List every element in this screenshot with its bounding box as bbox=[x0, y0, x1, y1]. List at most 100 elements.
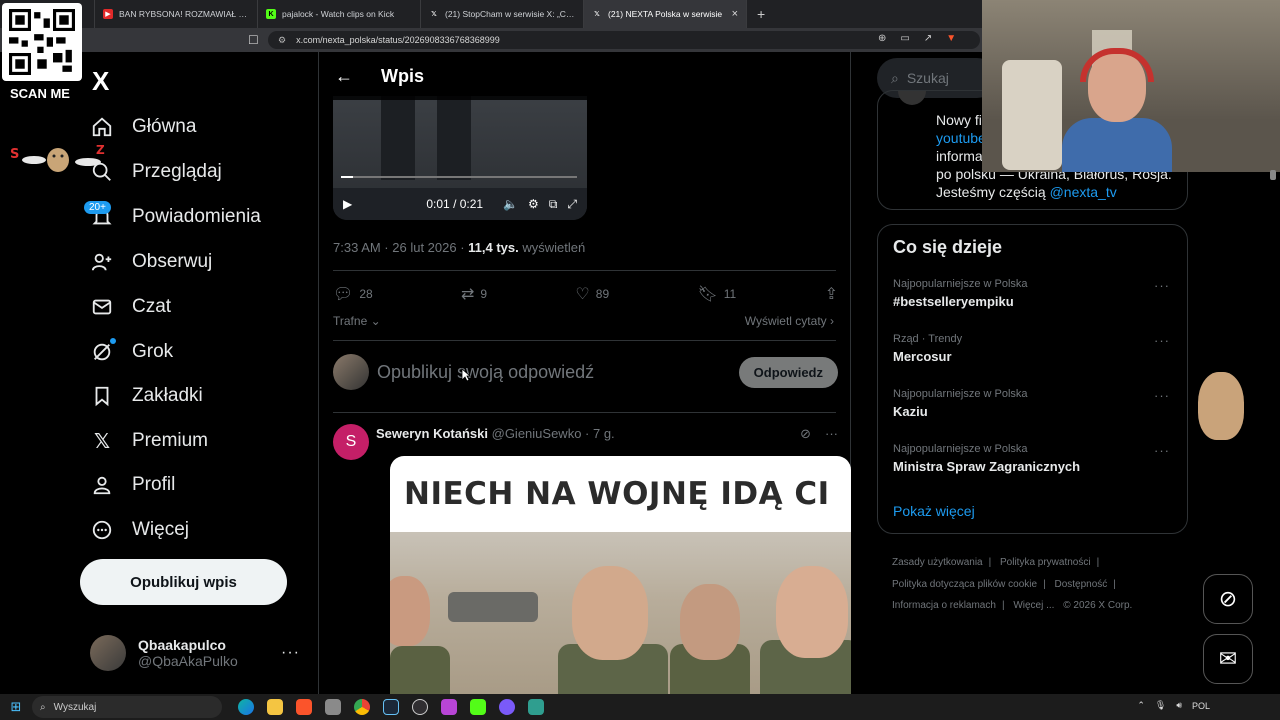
nav-item-profile[interactable]: Profil bbox=[90, 473, 175, 497]
nav-item-explore[interactable]: Przeglądaj bbox=[90, 160, 222, 184]
reply-author-handle[interactable]: @GieniuSewko bbox=[492, 426, 582, 441]
fullscreen-icon[interactable]: ⤢ bbox=[567, 197, 577, 212]
app-icon[interactable] bbox=[325, 699, 341, 715]
view-quotes-link[interactable]: Wyświetl cytaty › bbox=[745, 314, 834, 328]
bookmark-action[interactable]: 🔖︎ 11 bbox=[697, 284, 736, 304]
scrollbar-thumb[interactable] bbox=[1270, 170, 1276, 180]
reply-header: Seweryn Kotański @GieniuSewko · 7 g. bbox=[376, 426, 615, 441]
search-icon: ⌕ bbox=[891, 69, 899, 86]
footer-link[interactable]: Informacja o reklamach bbox=[892, 600, 996, 611]
avatar[interactable]: S bbox=[333, 424, 369, 460]
taskbar-search[interactable]: ⌕ Wyszukaj bbox=[32, 696, 222, 718]
more-icon[interactable]: ··· bbox=[1154, 443, 1170, 458]
account-handle: @QbaAkaPulko bbox=[138, 653, 238, 669]
share-icon[interactable]: ↗ bbox=[924, 33, 932, 44]
browser-tab-active[interactable]: 𝕏 (21) NEXTA Polska w serwisie × bbox=[584, 0, 747, 28]
reply-action[interactable]: 💬︎ 28 bbox=[333, 284, 373, 304]
reply-input[interactable]: Opublikuj swoją odpowiedź bbox=[377, 362, 594, 383]
close-tab-icon[interactable]: × bbox=[732, 8, 738, 20]
youtube-icon: ▶ bbox=[103, 9, 113, 19]
nav-item-follow[interactable]: Obserwuj bbox=[90, 250, 212, 274]
account-more-icon[interactable]: ··· bbox=[281, 644, 300, 662]
grok-icon[interactable]: ⊘ bbox=[800, 426, 811, 442]
brave-icon[interactable] bbox=[296, 699, 312, 715]
video-progress-bar[interactable] bbox=[341, 176, 577, 178]
bio-link[interactable]: @nexta_tv bbox=[1050, 184, 1117, 200]
footer-link[interactable]: Więcej ... bbox=[1013, 600, 1054, 611]
url-field[interactable]: ⚙ x.com/nexta_polska/status/202690833676… bbox=[268, 31, 980, 49]
nav-item-home[interactable]: Główna bbox=[90, 115, 196, 139]
more-icon[interactable]: ··· bbox=[1154, 388, 1170, 403]
app-icon[interactable] bbox=[528, 699, 544, 715]
share-action[interactable]: ⇪ bbox=[825, 284, 838, 304]
volume-icon[interactable]: 🔊︎ bbox=[1176, 700, 1182, 711]
notification-badge: 20+ bbox=[84, 201, 111, 214]
trend-item[interactable]: Najpopularniejsze w Polska Kaziu ··· bbox=[893, 388, 1178, 419]
like-action[interactable]: ♡ 89 bbox=[575, 284, 609, 304]
zoom-icon[interactable]: ⊕ bbox=[878, 33, 886, 44]
trend-item[interactable]: Najpopularniejsze w Polska Ministra Spra… bbox=[893, 443, 1178, 474]
browser-tab[interactable]: 𝕏 (21) StopCham w serwisie X: „Czaroda bbox=[421, 0, 584, 28]
trend-item[interactable]: Rząd · Trendy Mercosur ··· bbox=[893, 333, 1178, 364]
new-tab-button[interactable]: + bbox=[747, 6, 775, 22]
cast-icon[interactable]: ▭ bbox=[900, 33, 909, 44]
site-info-icon[interactable]: ⚙ bbox=[278, 35, 286, 46]
nav-item-grok[interactable]: Grok bbox=[90, 340, 173, 364]
sort-dropdown[interactable]: Trafne ⌄ bbox=[333, 314, 381, 328]
nav-item-premium[interactable]: 𝕏 Premium bbox=[90, 429, 208, 453]
nav-item-more[interactable]: Więcej bbox=[90, 518, 189, 542]
settings-icon[interactable]: ⚙ bbox=[528, 197, 539, 211]
account-switcher[interactable]: Qbaakapulco @QbaAkaPulko ··· bbox=[90, 635, 300, 671]
grok-float-button[interactable]: ⊘ bbox=[1203, 574, 1253, 624]
footer-sep: | bbox=[1096, 557, 1100, 568]
show-more-link[interactable]: Pokaż więcej bbox=[893, 503, 975, 519]
x-logo-icon: 𝕏 bbox=[431, 11, 437, 18]
app-icon[interactable] bbox=[441, 699, 457, 715]
reply-author-name[interactable]: Seweryn Kotański bbox=[376, 426, 488, 441]
language-indicator[interactable]: POL bbox=[1192, 701, 1210, 711]
trend-name: Kaziu bbox=[893, 404, 928, 419]
browser-tab[interactable]: K pajalock - Watch clips on Kick bbox=[258, 0, 421, 28]
obs-icon[interactable] bbox=[412, 699, 428, 715]
video-time: 0:01 / 0:21 bbox=[426, 197, 484, 211]
nav-item-bookmarks[interactable]: Zakładki bbox=[90, 384, 203, 408]
publish-post-button[interactable]: Opublikuj wpis bbox=[80, 559, 287, 605]
volume-icon[interactable]: 🔈 bbox=[503, 197, 518, 211]
trend-item[interactable]: Najpopularniejsze w Polska #bestsellerye… bbox=[893, 278, 1178, 309]
browser-tab[interactable]: ▶ BAN RYBSONA! ROZMAWIAŁ Z D**E bbox=[95, 0, 258, 28]
chevron-up-icon[interactable]: ⌃ bbox=[1137, 700, 1145, 711]
reply-composer: Opublikuj swoją odpowiedź Odpowiedz bbox=[333, 354, 838, 390]
more-icon[interactable]: ··· bbox=[825, 426, 838, 442]
nav-item-notifications[interactable]: Powiadomienia bbox=[90, 205, 261, 229]
brave-shield-icon[interactable]: ▼ bbox=[946, 33, 956, 44]
app-icon[interactable] bbox=[499, 699, 515, 715]
back-arrow-icon[interactable]: ← bbox=[335, 66, 353, 87]
windows-start-icon[interactable]: ⊞ bbox=[0, 699, 32, 715]
more-icon[interactable]: ··· bbox=[1154, 278, 1170, 293]
footer-link[interactable]: Zasady użytkowania bbox=[892, 557, 983, 568]
grok-icon: ⊘ bbox=[1218, 586, 1238, 611]
microphone-icon[interactable]: 🎙︎ bbox=[1155, 700, 1166, 711]
x-logo[interactable]: X bbox=[92, 66, 109, 97]
bookmark-page-icon[interactable]: ☐ bbox=[248, 33, 259, 47]
messages-float-button[interactable]: ✉ bbox=[1203, 634, 1253, 684]
nav-item-chat[interactable]: Czat bbox=[90, 295, 171, 319]
more-icon[interactable]: ··· bbox=[1154, 333, 1170, 348]
pip-icon[interactable]: ⧉ bbox=[549, 197, 558, 212]
meme-image[interactable]: NIECH NA WOJNĘ IDĄ CI bbox=[390, 456, 851, 696]
avatar[interactable] bbox=[898, 91, 926, 105]
footer-link[interactable]: Polityka dotycząca plików cookie bbox=[892, 579, 1037, 590]
folder-icon[interactable] bbox=[267, 699, 283, 715]
footer-link[interactable]: Polityka prywatności bbox=[1000, 557, 1091, 568]
reply-button[interactable]: Odpowiedz bbox=[738, 356, 838, 388]
trend-category: Najpopularniejsze w Polska bbox=[893, 443, 1028, 455]
steam-icon[interactable] bbox=[383, 699, 399, 715]
edge-icon[interactable] bbox=[238, 699, 254, 715]
trend-name: Ministra Spraw Zagranicznych bbox=[893, 459, 1081, 474]
play-icon[interactable]: ▶ bbox=[343, 197, 352, 211]
chrome-icon[interactable] bbox=[354, 699, 370, 715]
post-actions: 💬︎ 28 ⇄ 9 ♡ 89 🔖︎ 11 ⇪ bbox=[333, 284, 838, 304]
footer-link[interactable]: Dostępność bbox=[1054, 579, 1107, 590]
repost-action[interactable]: ⇄ 9 bbox=[461, 284, 487, 304]
kick-icon[interactable] bbox=[470, 699, 486, 715]
